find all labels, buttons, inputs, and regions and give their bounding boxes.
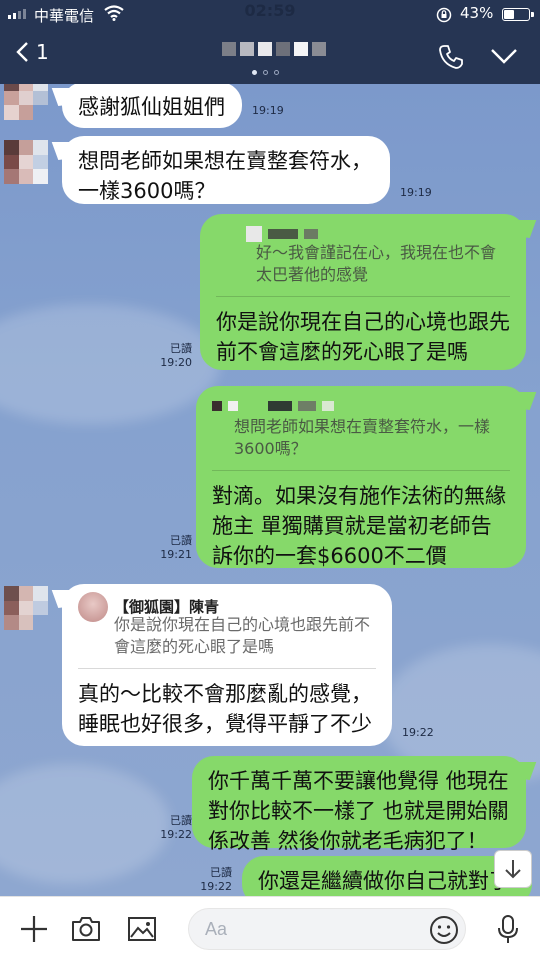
message-bubble-outgoing[interactable]: 你千萬千萬不要讓他覺得 他現在對你比較不一樣了 也就是開始關係改善 然後你就老毛…: [192, 756, 526, 853]
avatar[interactable]: [4, 586, 48, 630]
quoted-text: 想問老師如果想在賣整套符水，一樣3600嗎？: [234, 417, 491, 458]
top-bar: 中華電信 02:59 43% 1: [0, 0, 540, 84]
message-time: 19:19: [252, 104, 284, 117]
message-bubble-incoming[interactable]: 想問老師如果想在賣整套符水，一樣3600嗎？: [62, 136, 390, 204]
phone-icon[interactable]: [438, 44, 464, 70]
chevron-down-icon[interactable]: [490, 46, 518, 66]
unread-count: 1: [36, 40, 49, 64]
read-receipt: 已讀 19:20: [160, 342, 192, 369]
message-text: 你還是繼續做你自己就對了: [258, 869, 510, 893]
image-icon[interactable]: [126, 913, 158, 945]
message-input[interactable]: [189, 909, 389, 949]
plus-icon[interactable]: [18, 913, 50, 945]
page-indicator: [252, 70, 279, 75]
message-time: 19:22: [402, 726, 434, 739]
quoted-text: 好～我會謹記在心，我現在也不會太巴著他的感覺: [256, 243, 497, 284]
message-text: 想問老師如果想在賣整套符水，一樣3600嗎？: [78, 149, 372, 203]
message-bubble-incoming[interactable]: 【御狐園】陳青 你是說你現在自己的心境也跟先前不會這麼的死心眼了是嗎 真的～比較…: [62, 584, 392, 746]
battery-icon: [502, 8, 534, 21]
message-bubble-outgoing[interactable]: 好～我會謹記在心，我現在也不會太巴著他的感覺 你是說你現在自己的心境也跟先前不會…: [200, 214, 526, 370]
message-bubble-incoming[interactable]: 感謝狐仙姐姐們: [62, 84, 242, 128]
arrow-down-icon: [505, 860, 521, 879]
microphone-icon[interactable]: [492, 913, 524, 945]
reply-quote[interactable]: 【御狐園】陳青 你是說你現在自己的心境也跟先前不會這麼的死心眼了是嗎: [78, 592, 376, 669]
read-receipt: 已讀 19:22: [160, 814, 192, 841]
message-text: 真的～比較不會那麼亂的感覺，睡眠也好很多，覺得平靜了不少: [78, 682, 372, 736]
scroll-down-button[interactable]: [494, 850, 532, 888]
quoted-text: 你是說你現在自己的心境也跟先前不會這麼的死心眼了是嗎: [114, 615, 371, 656]
avatar[interactable]: [4, 140, 48, 184]
avatar[interactable]: [4, 84, 48, 120]
reply-quote[interactable]: 想問老師如果想在賣整套符水，一樣3600嗎？: [212, 396, 510, 471]
quoted-avatar: [246, 226, 262, 242]
chat-area[interactable]: 感謝狐仙姐姐們 19:19 想問老師如果想在賣整套符水，一樣3600嗎？ 19:…: [0, 84, 540, 896]
message-text: 感謝狐仙姐姐們: [78, 95, 225, 119]
message-time: 19:19: [400, 186, 432, 199]
reply-quote[interactable]: 好～我會謹記在心，我現在也不會太巴著他的感覺: [216, 224, 510, 297]
quoted-avatar: [78, 592, 108, 622]
chat-name-pixelated[interactable]: [222, 42, 326, 56]
message-bubble-outgoing[interactable]: 想問老師如果想在賣整套符水，一樣3600嗎？ 對滴。如果沒有施作法術的無緣施主 …: [196, 386, 526, 568]
message-input-container[interactable]: [188, 908, 466, 950]
back-button[interactable]: 1: [14, 40, 49, 64]
background-cloud: [0, 764, 170, 884]
emoji-icon[interactable]: [429, 915, 459, 945]
message-text: 對滴。如果沒有施作法術的無緣施主 單獨購買就是當初老師告訴你的一套$6600不二…: [212, 484, 506, 568]
battery-percent: 43%: [460, 4, 494, 22]
read-receipt: 已讀 19:21: [160, 534, 192, 561]
message-bubble-outgoing[interactable]: 你還是繼續做你自己就對了: [242, 856, 532, 896]
chevron-left-icon: [16, 42, 28, 62]
chat-header: 1: [0, 30, 540, 84]
message-text: 你是說你現在自己的心境也跟先前不會這麼的死心眼了是嗎: [216, 310, 510, 364]
quoted-avatar: [212, 401, 222, 411]
read-receipt: 已讀 19:22: [200, 866, 232, 893]
rotation-lock-icon: [436, 7, 452, 23]
camera-icon[interactable]: [70, 913, 102, 945]
clock: 02:59: [244, 1, 296, 20]
status-bar: 中華電信 02:59 43%: [0, 0, 540, 30]
input-bar: [0, 896, 540, 960]
message-text: 你千萬千萬不要讓他覺得 他現在對你比較不一樣了 也就是開始關係改善 然後你就老毛…: [208, 769, 509, 853]
